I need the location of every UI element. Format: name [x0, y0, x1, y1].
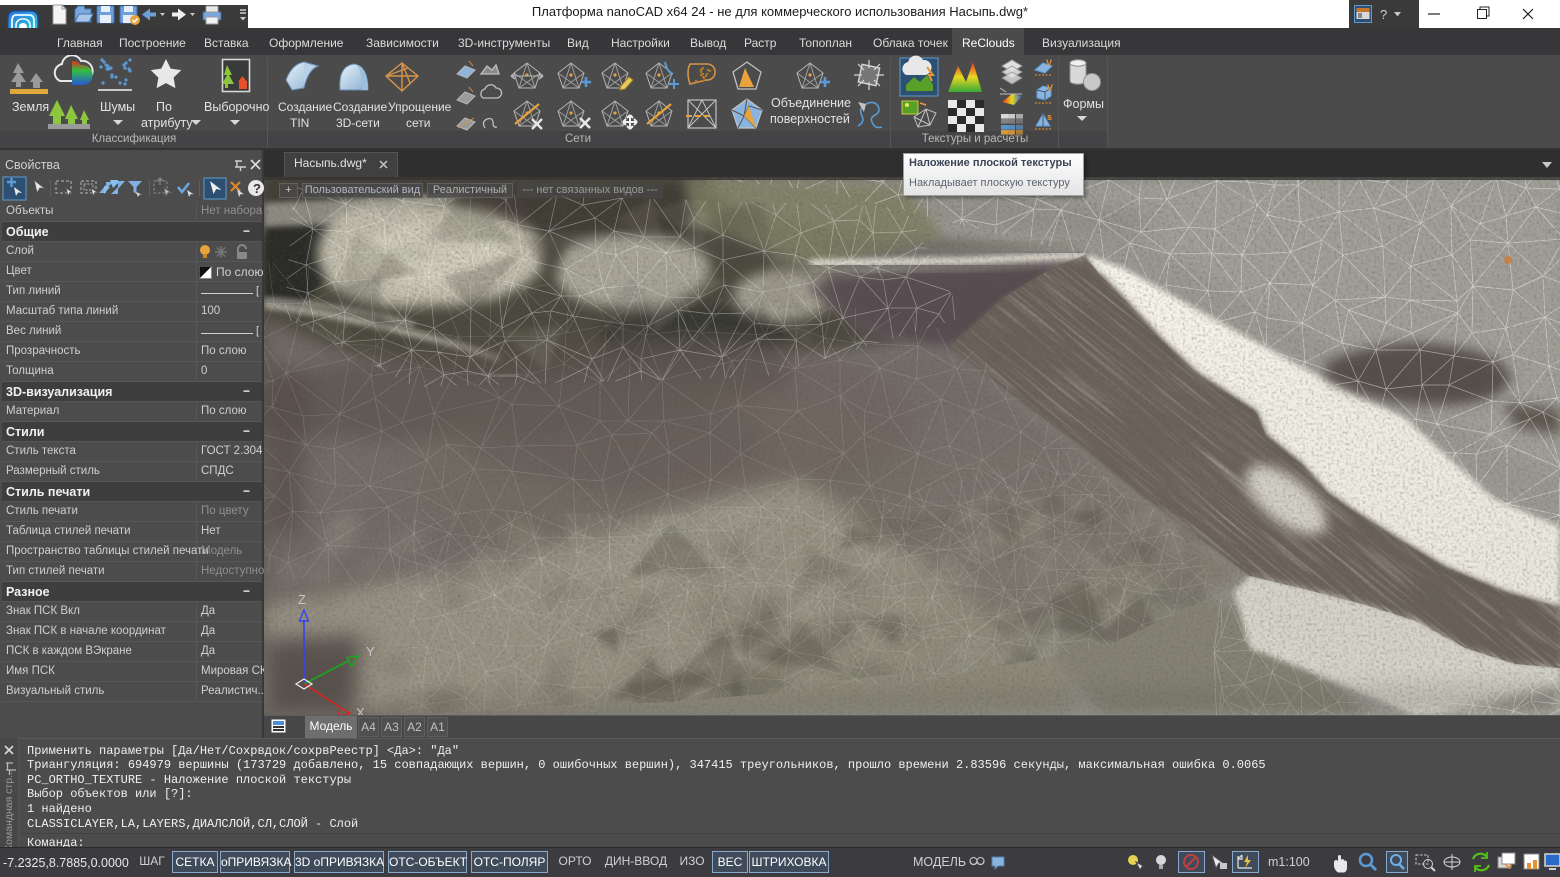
svg-text:V: V [1047, 83, 1053, 93]
svg-text:V: V [1046, 58, 1052, 68]
svg-text:s: s [1047, 112, 1052, 122]
svg-text:?: ? [1380, 7, 1387, 22]
svg-text:?: ? [253, 181, 261, 196]
svg-text:Z: Z [298, 592, 306, 607]
svg-text:Y: Y [366, 644, 375, 659]
